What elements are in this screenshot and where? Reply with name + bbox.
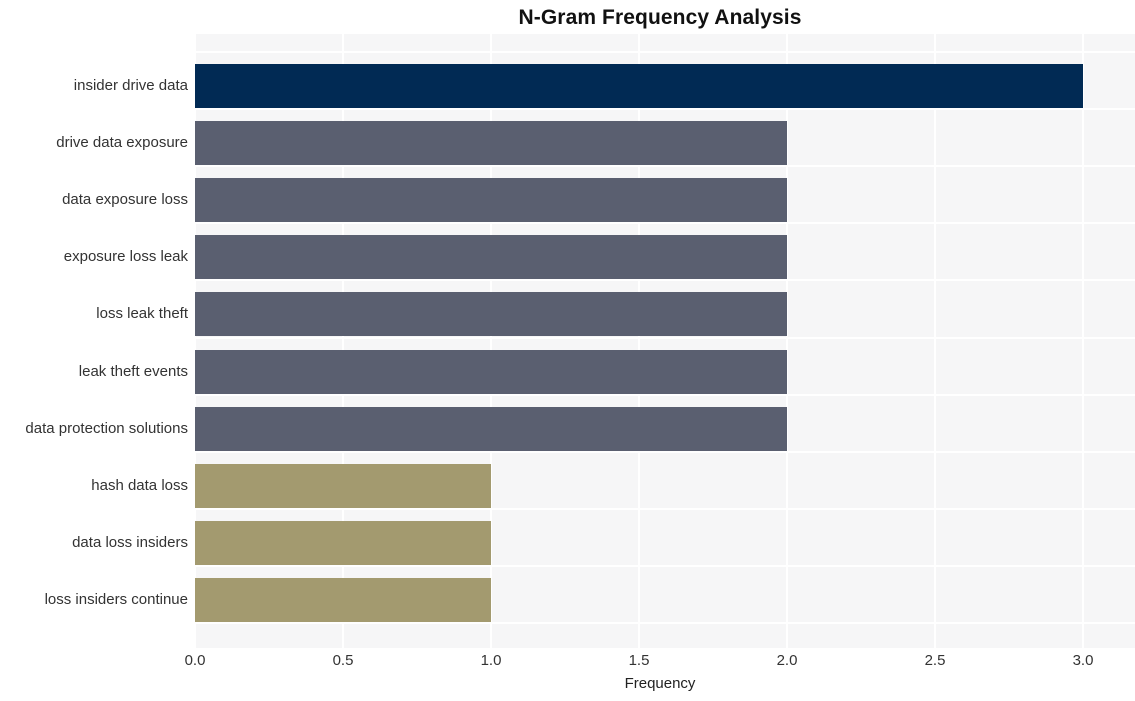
x-axis-tick-label: 0.5 bbox=[332, 652, 354, 669]
gridline-horizontal-5 bbox=[195, 336, 1135, 339]
y-axis-tick-label: exposure loss leak bbox=[63, 248, 188, 266]
gridline-horizontal-9 bbox=[195, 564, 1135, 567]
x-axis-label: Frequency bbox=[624, 675, 696, 692]
gridline-horizontal-4 bbox=[195, 279, 1135, 282]
y-axis-tick-label: drive data exposure bbox=[56, 134, 188, 152]
x-axis-tick-label: 3.0 bbox=[1072, 652, 1094, 669]
y-axis-tick-label: leak theft events bbox=[78, 362, 188, 380]
bar[interactable] bbox=[195, 520, 491, 565]
gridline-horizontal-0 bbox=[195, 51, 1135, 53]
x-axis-tick-label: 1.0 bbox=[480, 652, 502, 669]
y-axis-tick-label: data protection solutions bbox=[25, 419, 188, 437]
bar[interactable] bbox=[195, 577, 491, 622]
y-axis-tick-label: data exposure loss bbox=[62, 191, 188, 209]
y-axis-tick-label: loss leak theft bbox=[96, 305, 188, 323]
plot-area bbox=[195, 34, 1135, 648]
y-axis-tick-label: insider drive data bbox=[73, 77, 188, 94]
x-axis-tick-label: 0.0 bbox=[184, 652, 206, 669]
y-axis-tick-label: data loss insiders bbox=[72, 533, 188, 551]
chart-title: N-Gram Frequency Analysis bbox=[518, 6, 802, 29]
x-axis-tick-label: 2.5 bbox=[924, 652, 946, 669]
gridline-horizontal-8 bbox=[195, 507, 1135, 510]
chart-figure: N-Gram Frequency Analysis insider drive … bbox=[0, 0, 1135, 701]
bar[interactable] bbox=[195, 121, 787, 166]
y-axis-tick-label: hash data loss bbox=[91, 476, 188, 494]
bar[interactable] bbox=[195, 235, 787, 280]
x-axis-tick-label: 1.5 bbox=[628, 652, 650, 669]
bar[interactable] bbox=[195, 406, 787, 451]
gridline-horizontal-7 bbox=[195, 450, 1135, 453]
gridline-horizontal-3 bbox=[195, 222, 1135, 225]
gridline-vertical-2.5 bbox=[934, 34, 936, 648]
bar[interactable] bbox=[195, 463, 491, 508]
y-axis-tick-label: loss insiders continue bbox=[44, 590, 188, 608]
bar[interactable] bbox=[195, 292, 787, 337]
gridline-vertical-3.0 bbox=[1082, 34, 1084, 648]
gridline-horizontal-1 bbox=[195, 108, 1135, 111]
gridline-horizontal-10 bbox=[195, 622, 1135, 624]
x-axis-tick-label: 2.0 bbox=[776, 652, 798, 669]
gridline-horizontal-6 bbox=[195, 393, 1135, 396]
bar[interactable] bbox=[195, 64, 1083, 108]
bar[interactable] bbox=[195, 178, 787, 223]
bar[interactable] bbox=[195, 349, 787, 394]
gridline-horizontal-2 bbox=[195, 165, 1135, 168]
